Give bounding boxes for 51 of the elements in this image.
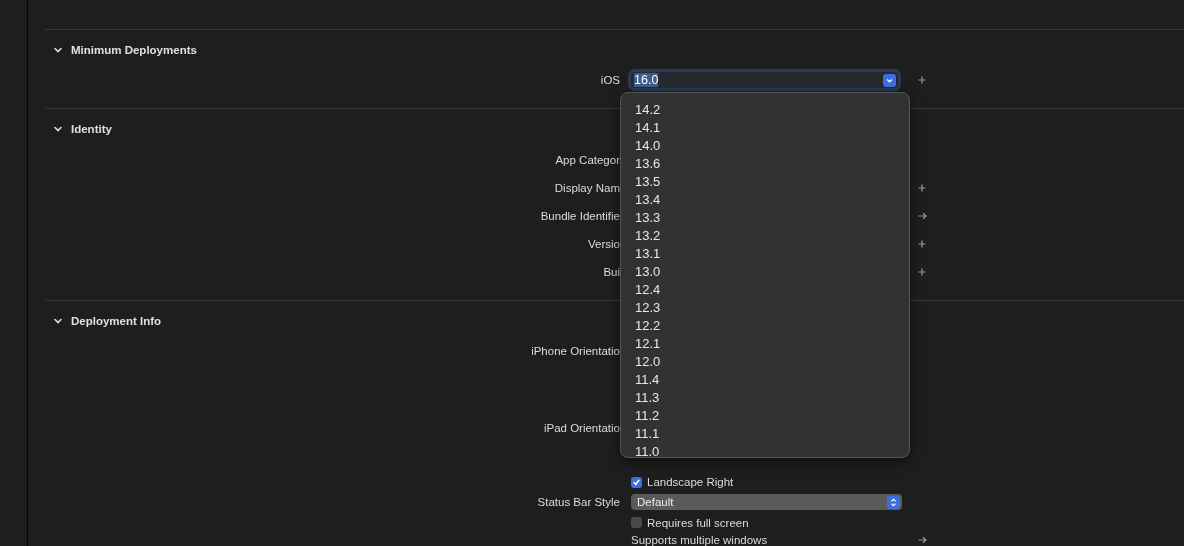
field-label: Versio bbox=[588, 238, 620, 250]
plus-icon[interactable] bbox=[918, 76, 926, 84]
section-title: Minimum Deployments bbox=[71, 44, 197, 56]
field-label: iPhone Orientatio bbox=[531, 345, 620, 357]
section-title: Identity bbox=[71, 123, 112, 135]
checkbox[interactable] bbox=[631, 517, 642, 528]
chevron-down-icon[interactable] bbox=[883, 73, 896, 87]
stepper-chevrons-icon bbox=[887, 495, 900, 509]
menu-item[interactable]: 13.6 bbox=[621, 155, 661, 173]
menu-item[interactable]: 13.5 bbox=[621, 173, 661, 191]
plus-icon[interactable] bbox=[918, 268, 926, 276]
menu-item[interactable]: 11.4 bbox=[621, 371, 660, 389]
menu-item[interactable]: 13.1 bbox=[621, 245, 661, 263]
field-label: Display Nam bbox=[554, 182, 620, 194]
checkbox-label: Landscape Right bbox=[647, 476, 734, 488]
chevron-icon[interactable] bbox=[53, 124, 63, 134]
menu-item[interactable]: 11.2 bbox=[621, 407, 660, 425]
chevron-icon[interactable] bbox=[53, 316, 63, 326]
menu-item[interactable]: 12.0 bbox=[621, 353, 661, 371]
menu-item[interactable]: 14.0 bbox=[621, 137, 661, 155]
field-label: Bui bbox=[603, 266, 620, 278]
menu-item[interactable]: 11.3 bbox=[621, 389, 660, 407]
section-title: Deployment Info bbox=[71, 315, 162, 327]
menu-item[interactable]: 14.1 bbox=[621, 119, 661, 137]
menu-item[interactable]: 12.3 bbox=[621, 299, 661, 317]
setting-label: Supports multiple windows bbox=[631, 534, 768, 546]
arrow-right-icon[interactable] bbox=[917, 536, 927, 544]
menu-item[interactable]: 11.1 bbox=[621, 425, 660, 443]
field-label: Bundle Identifie bbox=[540, 210, 620, 222]
field-label: Status Bar Style bbox=[537, 496, 620, 508]
checkbox-label: Requires full screen bbox=[647, 516, 749, 529]
menu-item[interactable]: 11.0 bbox=[621, 443, 660, 457]
menu-item[interactable]: 13.2 bbox=[621, 227, 661, 245]
menu-item[interactable]: 12.4 bbox=[621, 281, 661, 299]
menu-item[interactable]: 13.4 bbox=[621, 191, 661, 209]
field-label: App Categor bbox=[555, 154, 620, 166]
menu-item[interactable]: 12.2 bbox=[621, 317, 661, 335]
menu-item[interactable]: 14.2 bbox=[621, 101, 661, 119]
version-combo-box[interactable]: 16.0 bbox=[631, 72, 898, 88]
plus-icon[interactable] bbox=[918, 184, 926, 192]
menu-item[interactable]: 12.1 bbox=[621, 335, 661, 353]
selected-text: 16.0 bbox=[634, 73, 659, 87]
arrow-right-icon[interactable] bbox=[917, 212, 927, 220]
chevron-icon[interactable] bbox=[53, 45, 63, 55]
menu-item[interactable]: 13.0 bbox=[621, 263, 661, 281]
status-bar-style-popup[interactable]: Default bbox=[631, 494, 902, 510]
menu-item[interactable]: 13.3 bbox=[621, 209, 661, 227]
field-label: iPad Orientatio bbox=[543, 422, 620, 434]
plus-icon[interactable] bbox=[918, 240, 926, 248]
field-label: iOS bbox=[600, 74, 620, 86]
checkbox[interactable] bbox=[631, 476, 642, 488]
